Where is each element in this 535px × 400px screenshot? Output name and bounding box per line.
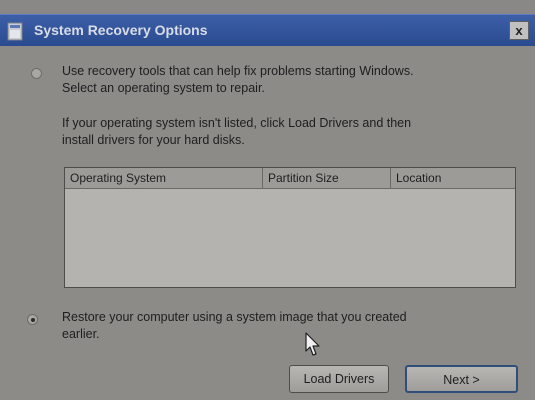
repair-option-label[interactable]: Use recovery tools that can help fix pro… (62, 63, 414, 97)
load-drivers-button[interactable]: Load Drivers (289, 365, 389, 393)
mouse-cursor-icon (305, 332, 320, 356)
operating-system-list[interactable]: Operating System Partition Size Location (64, 167, 516, 288)
title-bar[interactable]: System Recovery Options x (0, 14, 535, 47)
windows-icon (7, 22, 23, 41)
dialog-body: Use recovery tools that can help fix pro… (0, 46, 535, 400)
repair-option-radio[interactable] (31, 68, 42, 79)
next-button[interactable]: Next > (405, 365, 518, 393)
restore-option-radio[interactable] (27, 314, 38, 325)
load-drivers-hint: If your operating system isn't listed, c… (62, 115, 411, 149)
repair-option-line-1: Use recovery tools that can help fix pro… (62, 64, 414, 78)
window-title: System Recovery Options (34, 22, 208, 38)
hint-line-1: If your operating system isn't listed, c… (62, 116, 412, 130)
close-button[interactable]: x (509, 21, 529, 40)
repair-option-line-2: Select an operating system to repair. (62, 81, 265, 95)
list-header: Operating System Partition Size Location (65, 168, 515, 189)
restore-option-line-2: earlier. (62, 327, 100, 341)
close-icon: x (515, 23, 523, 38)
column-header-location[interactable]: Location (391, 168, 515, 188)
restore-option-label[interactable]: Restore your computer using a system ima… (62, 309, 407, 343)
column-header-operating-system[interactable]: Operating System (65, 168, 263, 188)
system-recovery-window: System Recovery Options x Use recovery t… (0, 0, 535, 400)
restore-option-line-1: Restore your computer using a system ima… (62, 310, 407, 324)
hint-line-2: install drivers for your hard disks. (62, 133, 245, 147)
column-header-partition-size[interactable]: Partition Size (263, 168, 391, 188)
